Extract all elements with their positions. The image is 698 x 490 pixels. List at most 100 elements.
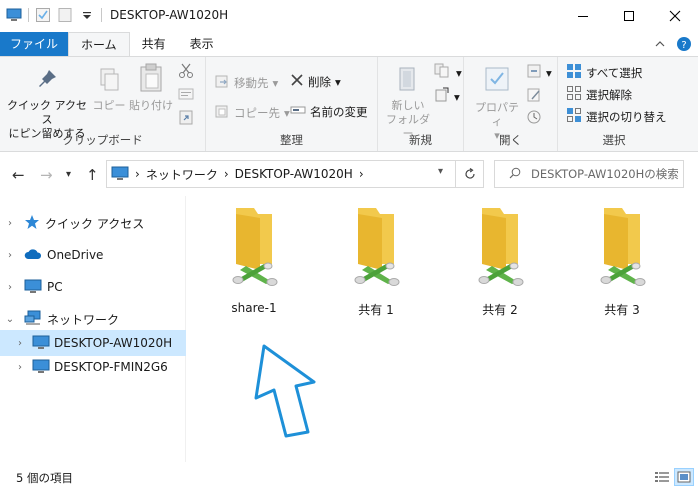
edit-button[interactable] xyxy=(526,87,542,106)
shared-folder-item[interactable]: 共有 3 xyxy=(564,204,680,318)
back-arrow-icon[interactable]: ← xyxy=(12,166,25,184)
copy-to-button[interactable]: コピー先 ▾ xyxy=(214,103,290,122)
expand-chevron-icon[interactable]: › xyxy=(4,250,16,261)
expand-chevron-icon[interactable]: › xyxy=(14,362,26,373)
breadcrumb-separator-icon[interactable]: › xyxy=(224,167,229,181)
address-history-chevron-icon[interactable]: ▾ xyxy=(438,166,443,177)
delete-label: 削除 xyxy=(308,74,331,89)
address-bar[interactable]: › ネットワーク › DESKTOP-AW1020H › ▾ xyxy=(106,160,484,188)
expand-chevron-icon[interactable]: › xyxy=(14,338,26,349)
close-button[interactable] xyxy=(652,0,698,32)
clipboard-group-label: クリップボード xyxy=(62,133,143,147)
network-share-folder-icon xyxy=(336,204,416,297)
select-all-label: すべて選択 xyxy=(586,65,643,80)
breadcrumb-separator-icon[interactable]: › xyxy=(135,167,140,181)
qat-dropdown-icon[interactable] xyxy=(79,7,95,23)
paste-button[interactable]: 貼り付け xyxy=(128,63,174,113)
move-to-button[interactable]: 移動先 ▾ xyxy=(214,73,278,92)
ribbon-tabs-right: ? xyxy=(654,36,692,55)
rename-button[interactable]: 名前の変更 xyxy=(290,103,368,120)
shared-folder-item[interactable]: share-1 xyxy=(196,204,312,315)
file-list: share-1 共有 1 共有 2 共有 3 xyxy=(188,196,698,462)
nav-item-host-selected[interactable]: › DESKTOP-AW1020H xyxy=(0,330,186,356)
copy-path-button[interactable] xyxy=(178,87,194,104)
properties-icon xyxy=(483,65,511,97)
shared-folder-item[interactable]: 共有 1 xyxy=(318,204,434,318)
nav-label-pc: PC xyxy=(47,280,63,294)
nav-label-onedrive: OneDrive xyxy=(47,248,104,262)
search-box[interactable]: DESKTOP-AW1020Hの検索 xyxy=(494,160,684,188)
rename-label: 名前の変更 xyxy=(310,104,368,119)
new-item-button[interactable]: ▾ xyxy=(434,63,462,82)
tab-view[interactable]: 表示 xyxy=(178,32,226,56)
new-group: 新しい フォルダー ▾ ▾ 新規 xyxy=(378,57,464,151)
minimize-button[interactable] xyxy=(560,0,606,32)
tab-file[interactable]: ファイル xyxy=(0,32,69,56)
nav-label-host-other: DESKTOP-FMIN2G6 xyxy=(54,360,168,374)
collapse-chevron-icon[interactable]: ⌄ xyxy=(4,314,16,325)
nav-item-host-other[interactable]: › DESKTOP-FMIN2G6 xyxy=(0,354,186,380)
new-folder-button[interactable]: 新しい フォルダー xyxy=(384,65,432,141)
invert-selection-label: 選択の切り替え xyxy=(586,109,667,124)
move-to-label: 移動先 xyxy=(234,75,269,90)
delete-button[interactable]: 削除 ▾ xyxy=(290,73,341,90)
tab-share[interactable]: 共有 xyxy=(130,32,178,56)
nav-item-pc[interactable]: › PC xyxy=(0,274,186,300)
properties-check-icon[interactable] xyxy=(35,7,51,23)
open-group-label: 開く xyxy=(499,133,522,147)
copy-button[interactable]: コピー xyxy=(92,67,126,113)
invert-selection-button[interactable]: 選択の切り替え xyxy=(566,107,667,126)
history-button[interactable] xyxy=(526,109,542,128)
dropdown-arrow-icon: ▾ xyxy=(546,65,552,80)
copy-path-icon xyxy=(178,87,194,104)
cut-button[interactable] xyxy=(178,63,194,82)
refresh-button[interactable] xyxy=(455,161,483,187)
shared-folder-item[interactable]: 共有 2 xyxy=(442,204,558,318)
tab-home[interactable]: ホーム xyxy=(68,32,130,56)
copy-label: コピー xyxy=(92,99,126,112)
nav-item-onedrive[interactable]: › OneDrive xyxy=(0,242,186,268)
window-title: DESKTOP-AW1020H xyxy=(110,8,229,22)
dropdown-arrow-icon: ▾ xyxy=(335,74,341,89)
dropdown-arrow-icon: ▾ xyxy=(284,105,290,120)
paste-shortcut-button[interactable] xyxy=(178,109,194,128)
select-none-button[interactable]: 選択解除 xyxy=(566,85,632,104)
move-to-icon xyxy=(214,73,230,92)
cloud-icon xyxy=(24,247,42,264)
dropdown-arrow-icon: ▾ xyxy=(454,89,460,104)
expand-chevron-icon[interactable]: › xyxy=(4,282,16,293)
forward-arrow-icon[interactable]: → xyxy=(40,166,53,184)
history-icon xyxy=(526,109,542,128)
easy-access-button[interactable]: ▾ xyxy=(434,87,460,106)
folder-label: share-1 xyxy=(231,301,277,315)
svg-text:?: ? xyxy=(681,40,686,51)
select-all-button[interactable]: すべて選択 xyxy=(566,63,642,82)
pin-quick-access-button[interactable]: クイック アクセス にピン留めする xyxy=(6,67,88,141)
computer-icon xyxy=(32,334,50,353)
navigation-pane: › クイック アクセス › OneDrive › PC ⌄ ネットワーク › D… xyxy=(0,196,186,462)
breadcrumb-host[interactable]: DESKTOP-AW1020H xyxy=(235,167,353,181)
breadcrumb-separator-icon[interactable]: › xyxy=(359,167,364,181)
network-computer-icon xyxy=(111,165,129,184)
scissors-icon xyxy=(178,63,194,82)
details-view-button[interactable] xyxy=(652,468,672,486)
up-arrow-icon[interactable]: ↑ xyxy=(86,166,99,184)
expand-chevron-icon[interactable]: › xyxy=(4,218,16,229)
maximize-button[interactable] xyxy=(606,0,652,32)
new-folder-qat-icon[interactable] xyxy=(57,7,73,23)
nav-item-quick-access[interactable]: › クイック アクセス xyxy=(0,210,186,236)
collapse-ribbon-icon[interactable] xyxy=(654,38,666,53)
breadcrumb-network[interactable]: ネットワーク xyxy=(146,166,218,183)
pc-icon xyxy=(24,278,42,297)
nav-item-network[interactable]: ⌄ ネットワーク xyxy=(0,306,186,332)
help-icon[interactable]: ? xyxy=(676,36,692,55)
select-none-label: 選択解除 xyxy=(586,87,632,102)
organize-group-label: 整理 xyxy=(280,133,303,147)
item-count: 5 個の項目 xyxy=(16,471,73,485)
open-button[interactable]: ▾ xyxy=(526,63,552,82)
large-icons-view-button[interactable] xyxy=(674,468,694,486)
large-icons-view-icon xyxy=(677,471,691,483)
computer-icon[interactable] xyxy=(6,7,22,23)
invert-selection-icon xyxy=(566,107,582,126)
recent-locations-chevron-icon[interactable]: ▾ xyxy=(66,169,71,180)
